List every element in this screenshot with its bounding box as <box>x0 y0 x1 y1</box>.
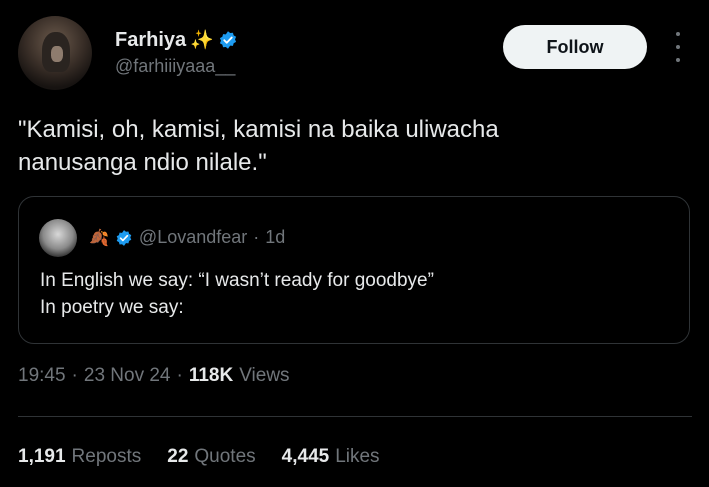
author-avatar[interactable] <box>18 16 92 90</box>
reposts-link[interactable]: 1,191 Reposts <box>18 446 141 468</box>
quotes-link[interactable]: 22 Quotes <box>167 446 255 468</box>
tweet-metadata: 19:45 · 23 Nov 24 · 118K Views <box>18 365 290 387</box>
quoted-text-line: In poetry we say: <box>40 297 184 318</box>
divider <box>18 416 692 417</box>
quoted-tweet-age: 1d <box>265 227 286 247</box>
more-options-icon[interactable] <box>668 32 688 62</box>
tweet-date[interactable]: 23 Nov 24 <box>84 365 171 387</box>
author-name-row[interactable]: Farhiya ✨ <box>115 28 238 52</box>
author-display-name[interactable]: Farhiya <box>115 29 186 52</box>
likes-label: Likes <box>335 446 380 467</box>
dot <box>676 32 680 36</box>
dot <box>676 45 680 49</box>
reposts-count: 1,191 <box>18 446 66 467</box>
tweet-time[interactable]: 19:45 <box>18 365 66 387</box>
follow-button[interactable]: Follow <box>503 25 647 69</box>
quoted-tweet-header: 🍂 @Lovandfear · 1d <box>89 227 285 248</box>
quotes-label: Quotes <box>194 446 256 467</box>
leaf-emoji: 🍂 <box>89 229 109 247</box>
views-count: 118K <box>188 365 234 386</box>
views-label: Views <box>239 365 290 386</box>
quoted-author-avatar <box>39 219 77 257</box>
engagement-stats: 1,191 Reposts 22 Quotes 4,445 Likes <box>18 446 406 468</box>
quoted-text-line: In English we say: “I wasn’t ready for g… <box>40 270 434 291</box>
avatar-face <box>51 46 63 62</box>
quoted-tweet[interactable]: 🍂 @Lovandfear · 1d In English we say: “I… <box>18 196 690 344</box>
separator-dot: · <box>253 227 260 247</box>
sparkles-emoji: ✨ <box>190 30 214 51</box>
likes-link[interactable]: 4,445 Likes <box>282 446 380 468</box>
quoted-tweet-text: In English we say: “I wasn’t ready for g… <box>40 267 434 321</box>
quotes-count: 22 <box>167 446 189 467</box>
dot <box>676 58 680 62</box>
verified-badge-icon <box>219 31 236 49</box>
tweet-header: Farhiya ✨ @farhiiiyaaa__ Follow <box>18 16 691 90</box>
author-handle[interactable]: @farhiiiyaaa__ <box>115 56 235 77</box>
quoted-author-handle: @Lovandfear <box>138 227 248 247</box>
tweet-text: "Kamisi, oh, kamisi, kamisi na baika uli… <box>18 116 499 176</box>
likes-count: 4,445 <box>281 446 330 467</box>
separator-dot: · <box>176 365 183 386</box>
verified-badge-icon <box>116 229 132 246</box>
separator-dot: · <box>71 365 78 386</box>
reposts-label: Reposts <box>71 446 142 467</box>
